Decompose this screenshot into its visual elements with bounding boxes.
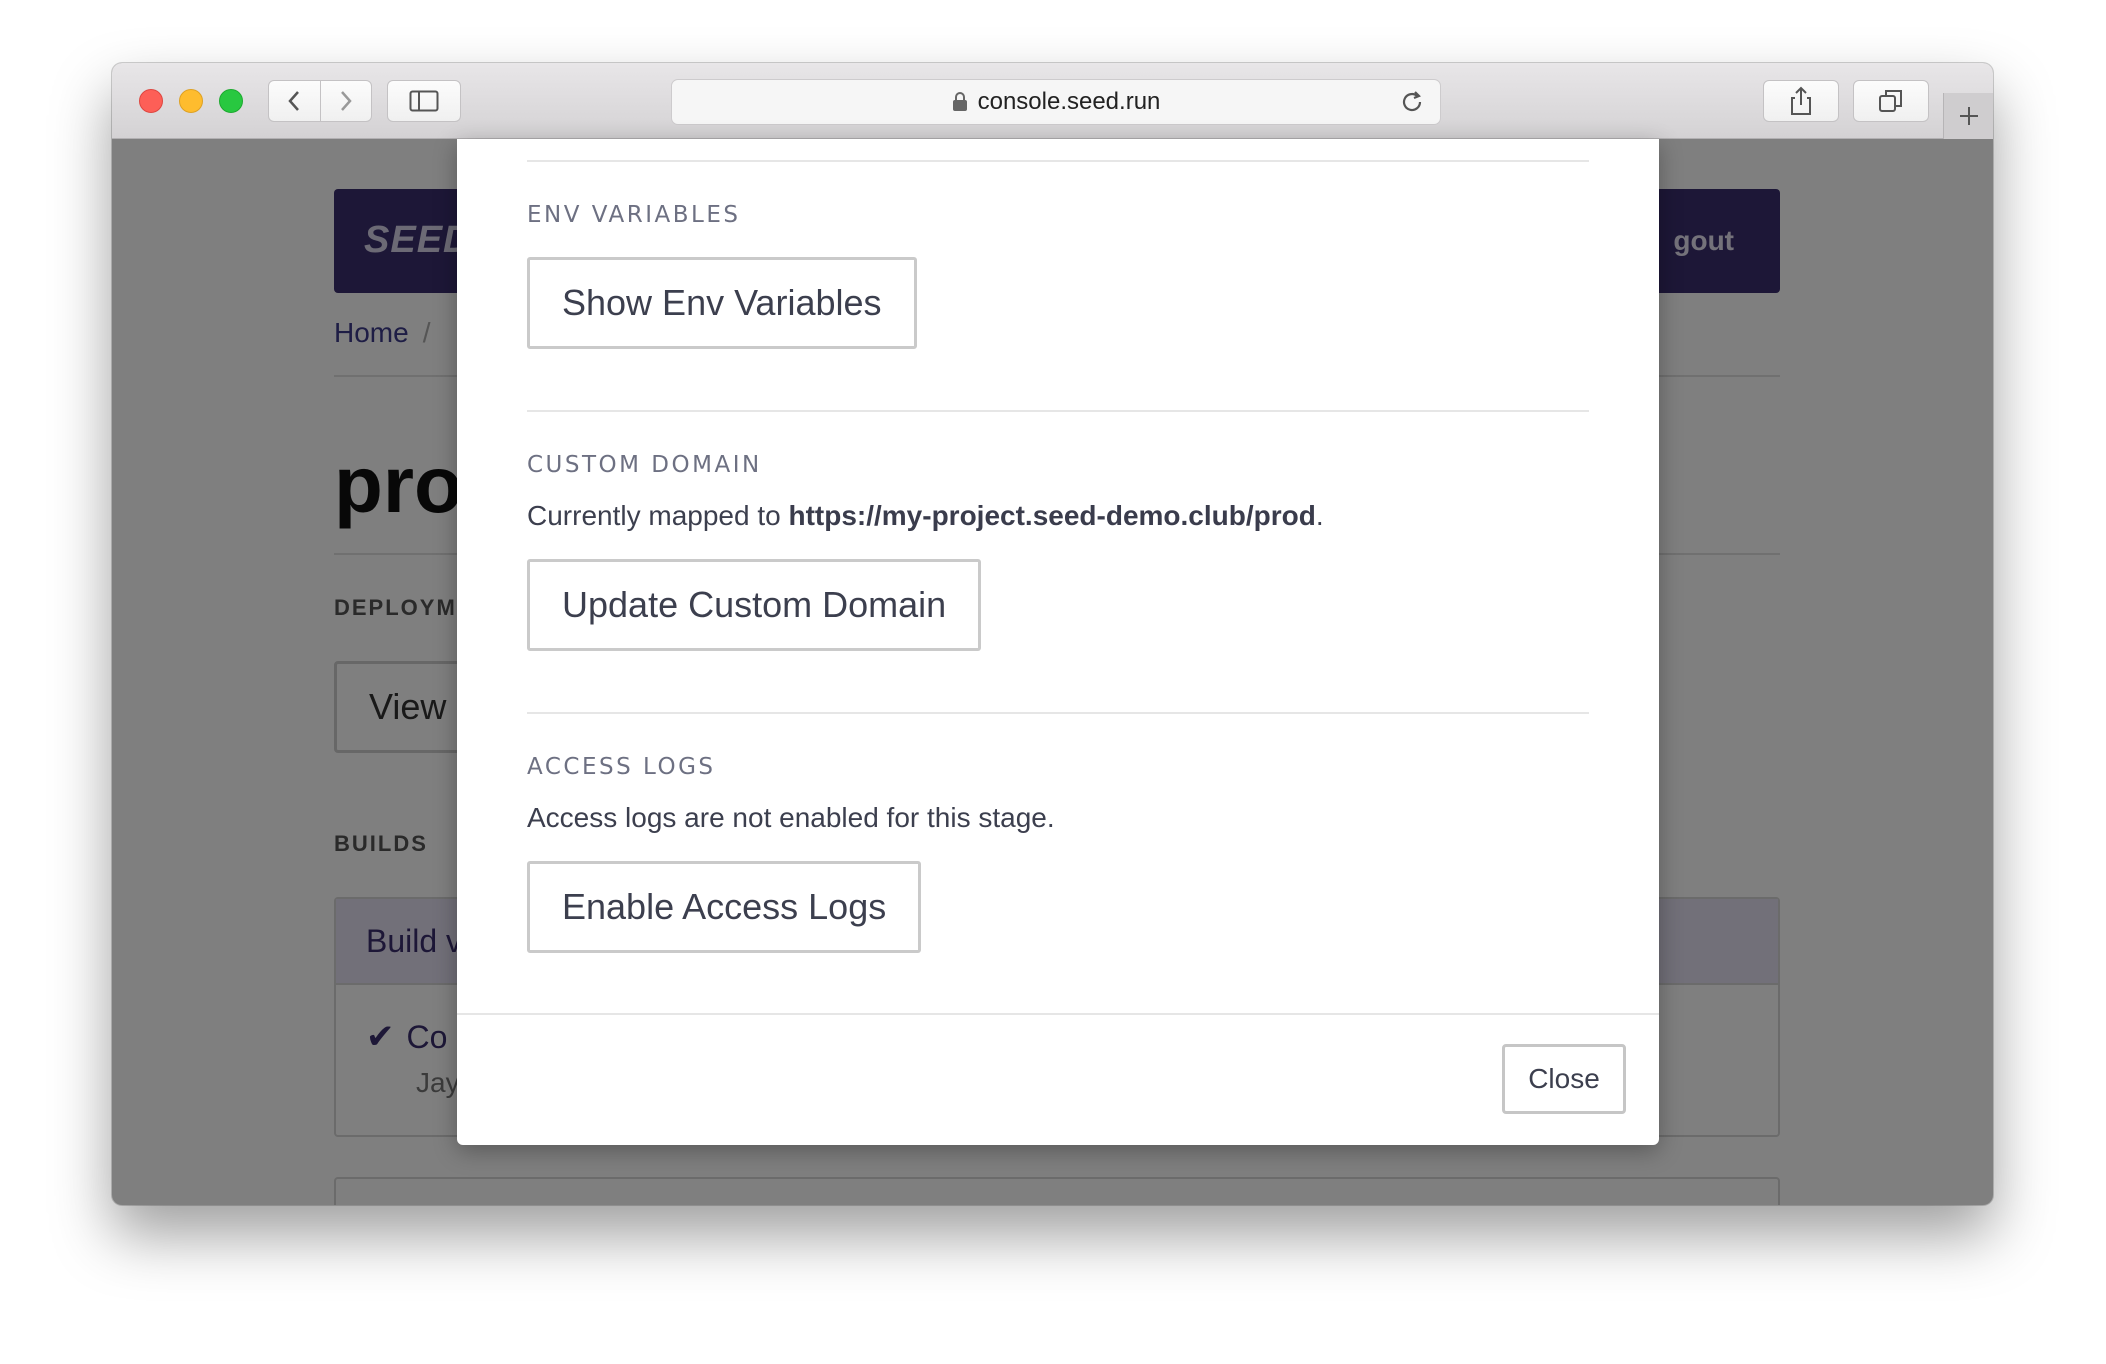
reload-icon[interactable] (1398, 88, 1426, 116)
nav-buttons (268, 80, 372, 122)
close-button[interactable]: Close (1502, 1044, 1626, 1114)
minimize-window-button[interactable] (179, 89, 203, 113)
forward-button[interactable] (319, 81, 372, 121)
browser-toolbar: console.seed.run (112, 63, 1993, 139)
section-divider (527, 160, 1589, 162)
lock-icon (952, 92, 968, 112)
custom-domain-url: https://my-project.seed-demo.club/prod (788, 500, 1316, 531)
custom-domain-text-suffix: . (1315, 500, 1324, 531)
page-content: SEED gout Home/ pro DEPLOYM View BUILDS … (112, 139, 1993, 1205)
zoom-window-button[interactable] (219, 89, 243, 113)
address-bar[interactable]: console.seed.run (671, 79, 1441, 125)
custom-domain-label: CUSTOM DOMAIN (527, 452, 762, 478)
close-window-button[interactable] (139, 89, 163, 113)
plus-icon (1959, 107, 1978, 125)
section-divider (527, 712, 1589, 714)
share-icon (1791, 86, 1811, 115)
back-button[interactable] (269, 81, 320, 121)
share-button[interactable] (1763, 80, 1839, 122)
enable-access-logs-button[interactable]: Enable Access Logs (527, 861, 922, 953)
show-env-variables-button[interactable]: Show Env Variables (527, 257, 917, 349)
update-custom-domain-button[interactable]: Update Custom Domain (527, 559, 982, 651)
url-text: console.seed.run (977, 88, 1161, 115)
sidebar-icon (409, 90, 439, 112)
access-logs-label: ACCESS LOGS (527, 754, 716, 780)
new-tab-button[interactable] (1943, 93, 1993, 139)
chevron-right-icon (340, 91, 352, 111)
section-divider (527, 410, 1589, 412)
modal-footer-divider (457, 1013, 1659, 1015)
env-variables-label: ENV VARIABLES (527, 202, 741, 228)
chevron-left-icon (288, 91, 300, 111)
browser-window: console.seed.run SEED gout Home/ pro (112, 63, 1993, 1205)
access-logs-description: Access logs are not enabled for this sta… (527, 802, 1055, 833)
tabs-overview-button[interactable] (1853, 80, 1929, 122)
stage-settings-modal: ENV VARIABLES Show Env Variables CUSTOM … (457, 139, 1659, 1145)
tabs-icon (1879, 90, 1902, 112)
custom-domain-text-prefix: Currently mapped to (527, 500, 789, 531)
sidebar-toggle-button[interactable] (387, 80, 461, 122)
custom-domain-description: Currently mapped to https://my-project.s… (527, 500, 1324, 532)
